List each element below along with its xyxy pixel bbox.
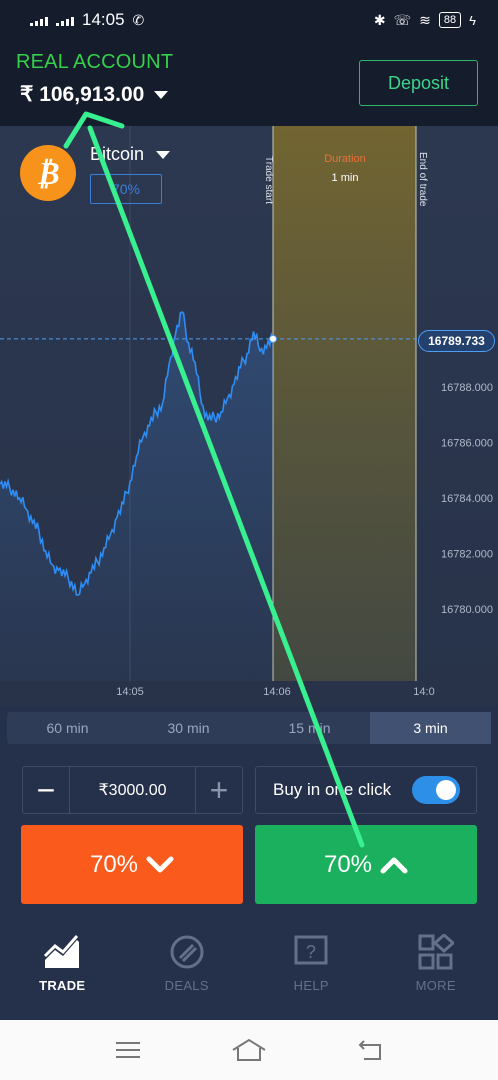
battery-icon: 88 — [438, 12, 462, 28]
signal-icon — [30, 14, 48, 26]
one-click-toggle[interactable] — [412, 776, 460, 804]
wifi-icon: ≋ — [419, 11, 431, 28]
nav-help-label: HELP — [293, 978, 329, 993]
y-tick-label: 16782.000 — [441, 549, 493, 561]
back-icon[interactable] — [356, 1039, 384, 1061]
nav-trade[interactable]: TRADE — [0, 918, 125, 1020]
charging-icon: ϟ — [469, 12, 476, 28]
amount-input[interactable]: ₹3000.00 — [69, 767, 196, 813]
nav-deals-label: DEALS — [164, 978, 209, 993]
sell-percent: 70% — [89, 850, 139, 878]
nav-deals[interactable]: DEALS — [125, 918, 250, 1020]
y-tick-label: 16786.000 — [441, 438, 493, 450]
status-right: ✱ ☏ ≋ 88 ϟ — [374, 12, 476, 29]
y-tick-label: 16780.000 — [441, 604, 493, 616]
deals-icon — [170, 935, 204, 969]
home-icon[interactable] — [231, 1038, 267, 1062]
bitcoin-icon[interactable]: ₿ — [20, 145, 76, 201]
chart-canvas: 16788.000 16786.000 16784.000 16782.000 1678… — [0, 126, 493, 698]
asset-name: Bitcoin — [90, 144, 145, 164]
help-icon: ? — [294, 935, 328, 965]
call-icon: ☏ — [393, 11, 412, 28]
y-tick-label: 16784.000 — [441, 493, 493, 505]
system-nav-bar — [0, 1020, 498, 1080]
status-left: 14:05 ✆ — [30, 10, 144, 30]
one-click-label: Buy in one click — [273, 780, 392, 799]
tab-3-min[interactable]: 3 min — [370, 712, 491, 744]
duration-label: Duration — [324, 153, 366, 165]
y-tick-label: 16788.000 — [441, 382, 493, 394]
balance-value: ₹ 106,913.00 — [20, 83, 145, 106]
status-bar: 14:05 ✆ ✱ ☏ ≋ 88 ϟ — [0, 0, 498, 40]
chevron-down-icon — [146, 856, 174, 872]
sell-button[interactable]: 70% — [21, 825, 243, 904]
nav-more[interactable]: MORE — [374, 918, 498, 1020]
increase-amount-button[interactable]: + — [196, 767, 242, 813]
trade-chart-icon — [44, 935, 80, 968]
decrease-amount-button[interactable]: − — [23, 767, 69, 813]
chevron-down-icon — [156, 150, 171, 159]
x-tick-label: 14:06 — [263, 686, 291, 698]
bluetooth-icon: ✱ — [373, 11, 386, 28]
duration-value: 1 min — [332, 172, 359, 184]
tab-60-min[interactable]: 60 min — [7, 712, 128, 744]
signal-icon — [56, 14, 74, 26]
asset-selector[interactable]: Bitcoin — [90, 144, 171, 165]
nav-help[interactable]: ? HELP — [249, 918, 374, 1020]
end-of-trade-label: End of trade — [417, 152, 428, 207]
price-area — [0, 312, 273, 681]
account-type-label[interactable]: REAL ACCOUNT — [16, 51, 173, 74]
nav-more-label: MORE — [415, 978, 456, 993]
buy-percent: 70% — [323, 850, 373, 878]
nav-trade-label: TRADE — [39, 978, 86, 993]
profit-badge: 70% — [90, 174, 162, 204]
duration-zone — [273, 126, 416, 681]
toggle-knob — [436, 780, 456, 800]
price-chart[interactable]: 16788.000 16786.000 16784.000 16782.000 1678… — [0, 126, 498, 706]
deposit-button[interactable]: Deposit — [359, 60, 478, 106]
trade-start-label: Trade start — [263, 156, 274, 204]
menu-icon[interactable] — [114, 1040, 142, 1060]
clock: 14:05 — [82, 10, 125, 29]
one-click-setting: Buy in one click — [255, 766, 477, 814]
whatsapp-icon: ✆ — [132, 11, 145, 28]
buy-button[interactable]: 70% — [255, 825, 477, 904]
amount-stepper: − ₹3000.00 + — [22, 766, 243, 814]
current-price-tag: 16789.733 — [418, 330, 495, 352]
more-grid-icon — [418, 934, 454, 970]
svg-text:?: ? — [306, 942, 316, 962]
current-price-dot — [269, 334, 277, 343]
tab-15-min[interactable]: 15 min — [249, 712, 370, 744]
header: REAL ACCOUNT ₹ 106,913.00 Deposit — [0, 40, 498, 126]
tab-30-min[interactable]: 30 min — [128, 712, 249, 744]
x-tick-label: 14:0 — [413, 686, 434, 698]
chevron-up-icon — [380, 857, 408, 873]
balance-selector[interactable]: ₹ 106,913.00 — [20, 82, 169, 107]
chevron-down-icon — [154, 90, 169, 99]
bottom-nav: TRADE DEALS ? HELP MORE — [0, 918, 498, 1020]
x-tick-label: 14:05 — [116, 686, 144, 698]
timeframe-tabs: 60 min 30 min 15 min 3 min — [7, 712, 491, 744]
